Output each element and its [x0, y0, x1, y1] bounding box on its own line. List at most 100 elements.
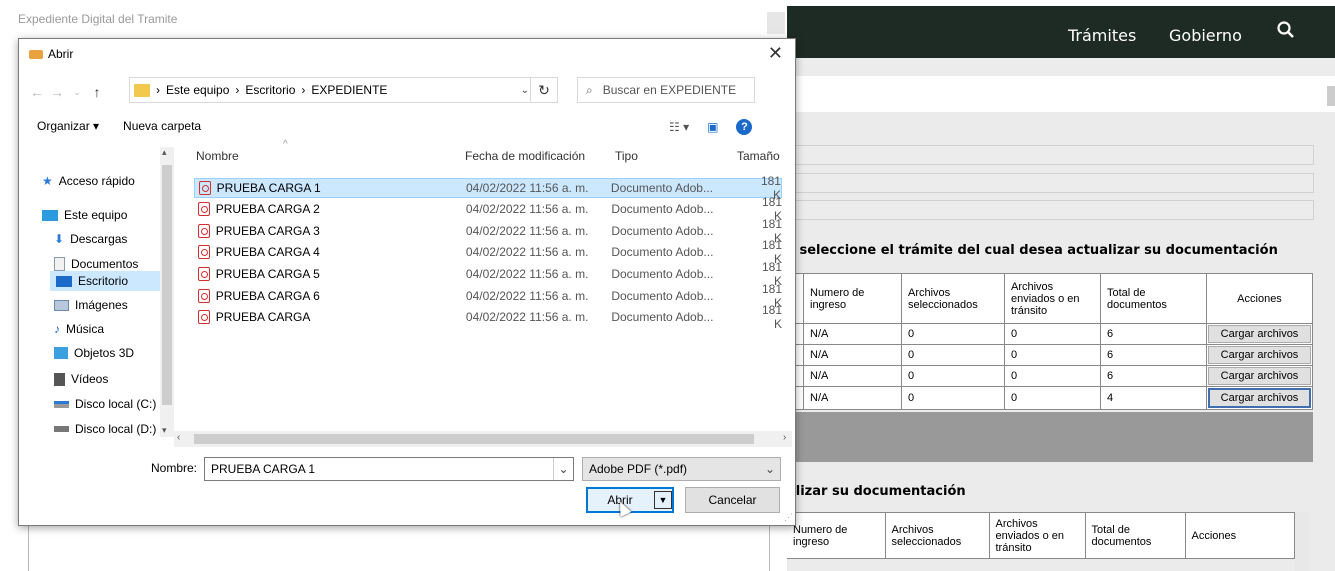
resize-grip-icon[interactable]: ⋰ — [784, 512, 793, 523]
file-row[interactable]: PRUEBA CARGA 04/02/2022 11:56 a. m. Docume… — [194, 303, 782, 331]
file-type: Documento Adob... — [611, 245, 714, 259]
breadcrumb-escritorio[interactable]: Escritorio — [245, 83, 295, 97]
preview-pane-icon[interactable]: ▣ — [707, 120, 718, 134]
column-nombre[interactable]: Nombre — [196, 149, 239, 163]
image-icon — [54, 299, 69, 311]
cargar-archivos-button[interactable]: Cargar archivos — [1208, 388, 1311, 408]
chevron-down-icon[interactable]: ⌄ — [553, 458, 573, 480]
file-date: 04/02/2022 11:56 a. m. — [465, 245, 589, 259]
search-input[interactable]: ⌕ Buscar en EXPEDIENTE — [577, 77, 755, 103]
column-tamano[interactable]: Tamaño — [737, 149, 780, 163]
sidebar-item-disco-c[interactable]: Disco local (C:) — [54, 394, 156, 414]
cargar-archivos-button[interactable]: Cargar archivos — [1208, 367, 1311, 385]
file-row[interactable]: PRUEBA CARGA 4 04/02/2022 11:56 a. m. Docu… — [194, 238, 782, 266]
header-strip — [787, 58, 1335, 76]
pdf-icon — [198, 202, 210, 216]
sidebar-item-descargas[interactable]: ⬇ Descargas — [54, 229, 127, 249]
col-header: Numero de ingreso — [787, 512, 886, 559]
cargar-archivos-button[interactable]: Cargar archivos — [1208, 346, 1311, 364]
file-row[interactable]: PRUEBA CARGA 6 04/02/2022 11:56 a. m. Docu… — [194, 282, 782, 310]
new-folder-button[interactable]: Nueva carpeta — [123, 119, 201, 133]
search-icon[interactable] — [1276, 20, 1296, 40]
filename-input[interactable]: PRUEBA CARGA 1 ⌄ — [204, 457, 574, 481]
sidebar-item-musica[interactable]: ♪ Música — [54, 319, 104, 339]
file-list-hscroll-thumb[interactable] — [194, 434, 754, 444]
sort-arrow-icon: ^ — [283, 139, 288, 150]
breadcrumb-expediente[interactable]: EXPEDIENTE — [311, 83, 387, 97]
back-arrow-icon[interactable]: ← — [27, 84, 47, 100]
forward-arrow-icon[interactable]: → — [47, 84, 67, 100]
file-type: Documento Adob... — [610, 181, 713, 195]
file-name: PRUEBA CARGA 1 — [216, 181, 321, 195]
table-row: N/A 0 0 4 Cargar archivos — [790, 386, 1313, 410]
sidebar-scroll-thumb[interactable] — [162, 165, 172, 405]
cell: 0 — [901, 386, 1005, 410]
file-type: Documento Adob... — [611, 224, 714, 238]
refresh-icon[interactable]: ↻ — [530, 77, 558, 103]
help-icon[interactable]: ? — [736, 119, 753, 135]
top-navbar: Trámites Gobierno — [787, 6, 1335, 58]
cell: 0 — [1004, 344, 1101, 366]
background-close-button[interactable] — [767, 12, 785, 34]
scroll-down-icon[interactable]: ▾ — [162, 425, 167, 436]
file-date: 04/02/2022 11:56 a. m. — [465, 267, 589, 281]
sidebar-item-objetos-3d[interactable]: Objetos 3D — [54, 343, 134, 363]
address-dropdown-icon[interactable]: ⌄ — [521, 85, 529, 96]
sidebar-label: Documentos — [71, 257, 139, 271]
filetype-value: Adobe PDF (*.pdf) — [589, 462, 688, 476]
scroll-up-icon[interactable]: ▴ — [162, 147, 167, 158]
page-title: Expediente Digital del Tramite — [18, 12, 178, 26]
address-bar[interactable]: › Este equipo › Escritorio › EXPEDIENTE … — [129, 77, 558, 103]
file-type: Documento Adob... — [611, 310, 714, 324]
filetype-select[interactable]: Adobe PDF (*.pdf) ⌄ — [582, 457, 781, 481]
up-arrow-icon[interactable]: ↑ — [87, 84, 107, 100]
sidebar-label: Objetos 3D — [74, 346, 135, 360]
sidebar-item-disco-d[interactable]: Disco local (D:) — [54, 419, 156, 439]
sidebar-item-este-equipo[interactable]: Este equipo — [42, 205, 127, 225]
nav-gobierno[interactable]: Gobierno — [1169, 26, 1242, 45]
cell: 0 — [1004, 323, 1101, 345]
sidebar-label: Descargas — [70, 232, 128, 246]
sidebar-item-imagenes[interactable]: Imágenes — [54, 295, 128, 315]
scroll-left-icon[interactable]: ‹ — [177, 432, 180, 443]
file-date: 04/02/2022 11:56 a. m. — [465, 224, 589, 238]
organize-menu[interactable]: Organizar ▾ — [37, 119, 99, 133]
file-row[interactable]: PRUEBA CARGA 2 04/02/2022 11:56 a. m. Docu… — [194, 195, 782, 223]
open-dropdown-icon[interactable]: ▼ — [654, 491, 672, 509]
file-type: Documento Adob... — [611, 267, 714, 281]
breadcrumb-este-equipo[interactable]: Este equipo — [166, 83, 229, 97]
actions-cell: Cargar archivos — [1206, 386, 1313, 410]
sidebar-item-acceso-rapido[interactable]: ★ Acceso rápido — [42, 171, 135, 191]
search-placeholder: Buscar en EXPEDIENTE — [602, 83, 737, 97]
close-icon[interactable]: ✕ — [768, 43, 783, 64]
sidebar-item-videos[interactable]: Vídeos — [54, 369, 108, 389]
table2-scrollbar[interactable] — [1295, 512, 1309, 571]
table-footer-area — [790, 412, 1313, 462]
col-header: Total de documentos — [1100, 273, 1207, 324]
page-scroll-thumb[interactable] — [1327, 86, 1335, 106]
sidebar-item-escritorio[interactable]: Escritorio — [50, 271, 174, 291]
view-options-icon[interactable]: ☷ ▾ — [669, 120, 689, 134]
table-row: N/A 0 0 6 Cargar archivos — [790, 323, 1313, 345]
scroll-right-icon[interactable]: › — [783, 432, 786, 443]
cell: 0 — [901, 344, 1005, 366]
recent-dropdown-icon[interactable]: ⌄ — [67, 87, 87, 98]
search-small-icon: ⌕ — [586, 82, 593, 97]
path-separator: › — [235, 83, 240, 97]
column-tipo[interactable]: Tipo — [615, 149, 638, 163]
file-row[interactable]: PRUEBA CARGA 3 04/02/2022 11:56 a. m. Docu… — [194, 217, 782, 245]
file-row[interactable]: PRUEBA CARGA 5 04/02/2022 11:56 a. m. Docu… — [194, 260, 782, 288]
column-fecha[interactable]: Fecha de modificación — [465, 149, 585, 163]
cargar-archivos-button[interactable]: Cargar archivos — [1208, 325, 1311, 343]
sidebar-label: Imágenes — [75, 298, 128, 312]
cell: 6 — [1100, 365, 1207, 387]
chevron-down-icon: ⌄ — [764, 462, 776, 476]
file-name: PRUEBA CARGA 3 — [215, 224, 320, 238]
file-row[interactable]: PRUEBA CARGA 1 04/02/2022 11:56 a. m. Docu… — [194, 174, 782, 202]
nav-tramites[interactable]: Trámites — [1068, 26, 1136, 45]
video-icon — [54, 372, 65, 386]
left-panel — [28, 520, 770, 571]
cancel-button[interactable]: Cancelar — [685, 487, 780, 513]
drive-icon — [54, 400, 69, 408]
cell: 4 — [1100, 386, 1207, 410]
